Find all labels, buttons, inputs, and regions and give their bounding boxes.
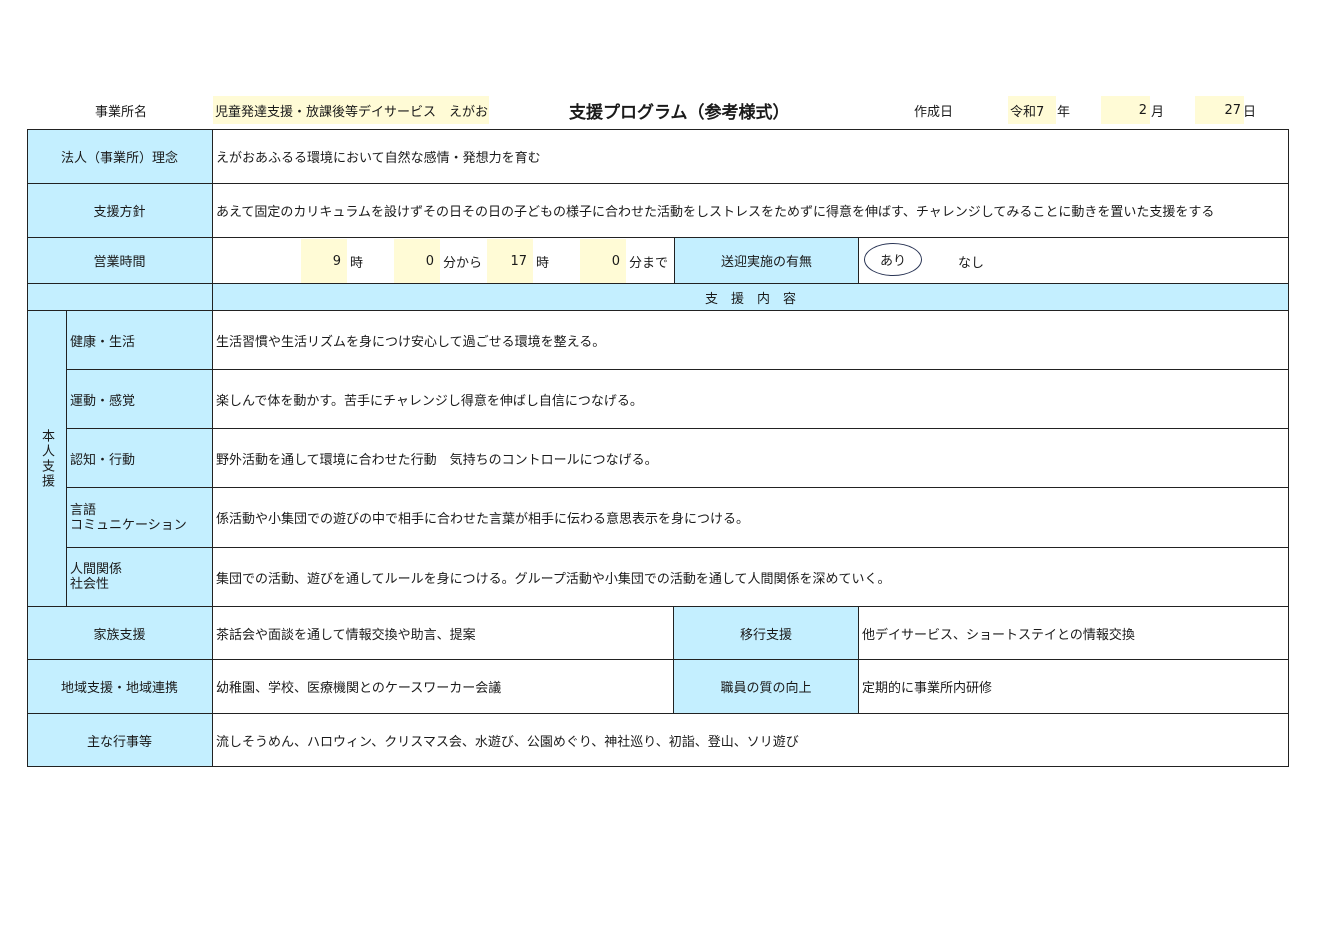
- personal-row-health-value[interactable]: 生活習慣や生活リズムを身につけ安心して過ごせる環境を整える。: [213, 311, 1289, 370]
- personal-row-social-label: 人間関係 社会性: [67, 548, 213, 607]
- month-field[interactable]: 2: [1101, 96, 1150, 124]
- office-name-field[interactable]: 児童発達支援・放課後等デイサービス えがお: [213, 96, 489, 124]
- transition-support-value[interactable]: 他デイサービス、ショートステイとの情報交換: [859, 607, 1289, 660]
- support-header-spacer: [27, 284, 213, 311]
- end-minute-field[interactable]: 0: [580, 239, 626, 283]
- support-content-header: 支 援 内 容: [213, 284, 1289, 311]
- personal-support-text: 本人支援: [39, 428, 54, 489]
- era-year-field[interactable]: 令和7: [1008, 96, 1056, 124]
- transport-yes-label: あり: [879, 254, 906, 269]
- start-minute-unit: 分から: [443, 255, 483, 271]
- personal-row-cognition-label: 認知・行動: [67, 429, 213, 488]
- start-hour-field[interactable]: 9: [301, 239, 347, 283]
- day-unit: 日: [1243, 104, 1257, 120]
- staff-quality-label: 職員の質の向上: [674, 660, 859, 714]
- transition-support-label: 移行支援: [674, 607, 859, 660]
- family-support-label: 家族支援: [27, 607, 213, 660]
- personal-row-social-value[interactable]: 集団での活動、遊びを通してルールを身につける。グループ活動や小集団での活動を通し…: [213, 548, 1289, 607]
- year-unit: 年: [1057, 104, 1071, 120]
- personal-support-label: 本人支援: [27, 311, 67, 607]
- personal-row-cognition-value[interactable]: 野外活動を通して環境に合わせた行動 気持ちのコントロールにつなげる。: [213, 429, 1289, 488]
- support-program-table: 法人（事業所）理念 えがおあふるる環境において自然な感情・発想力を育む 支援方針…: [27, 129, 1289, 767]
- philosophy-label: 法人（事業所）理念: [27, 129, 213, 184]
- start-hour-unit: 時: [350, 255, 364, 271]
- philosophy-value[interactable]: えがおあふるる環境において自然な感情・発想力を育む: [213, 129, 1289, 184]
- end-minute-unit: 分まで: [629, 255, 669, 271]
- staff-quality-value[interactable]: 定期的に事業所内研修: [859, 660, 1289, 714]
- end-hour-unit: 時: [536, 255, 550, 271]
- office-name-label: 事業所名: [95, 104, 148, 120]
- transport-label: 送迎実施の有無: [674, 238, 859, 284]
- policy-value[interactable]: あえて固定のカリキュラムを設けずその日その日の子どもの様子に合わせた活動をしスト…: [213, 184, 1289, 238]
- personal-row-health-label: 健康・生活: [67, 311, 213, 370]
- community-support-value[interactable]: 幼稚園、学校、医療機関とのケースワーカー会議: [213, 660, 674, 714]
- start-minute-field[interactable]: 0: [394, 239, 440, 283]
- main-events-label: 主な行事等: [27, 714, 213, 767]
- personal-row-language-value[interactable]: 係活動や小集団での遊びの中で相手に合わせた言葉が相手に伝わる意思表示を身につける…: [213, 488, 1289, 548]
- main-events-value[interactable]: 流しそうめん、ハロウィン、クリスマス会、水遊び、公園めぐり、神社巡り、初詣、登山…: [213, 714, 1289, 767]
- personal-row-motor-value[interactable]: 楽しんで体を動かす。苦手にチャレンジし得意を伸ばし自信につなげる。: [213, 370, 1289, 429]
- community-support-label: 地域支援・地域連携: [27, 660, 213, 714]
- transport-options: [859, 238, 1289, 284]
- page-title: 支援プログラム（参考様式）: [569, 102, 790, 123]
- business-hours-label: 営業時間: [27, 238, 213, 284]
- transport-no-option[interactable]: なし: [958, 247, 984, 275]
- policy-label: 支援方針: [27, 184, 213, 238]
- created-date-label: 作成日: [914, 104, 954, 120]
- personal-row-language-label: 言語 コミュニケーション: [67, 488, 213, 548]
- transport-yes-option[interactable]: あり: [864, 243, 922, 276]
- family-support-value[interactable]: 茶話会や面談を通して情報交換や助言、提案: [213, 607, 674, 660]
- personal-row-motor-label: 運動・感覚: [67, 370, 213, 429]
- month-unit: 月: [1151, 104, 1165, 120]
- end-hour-field[interactable]: 17: [487, 239, 533, 283]
- day-field[interactable]: 27: [1195, 96, 1244, 124]
